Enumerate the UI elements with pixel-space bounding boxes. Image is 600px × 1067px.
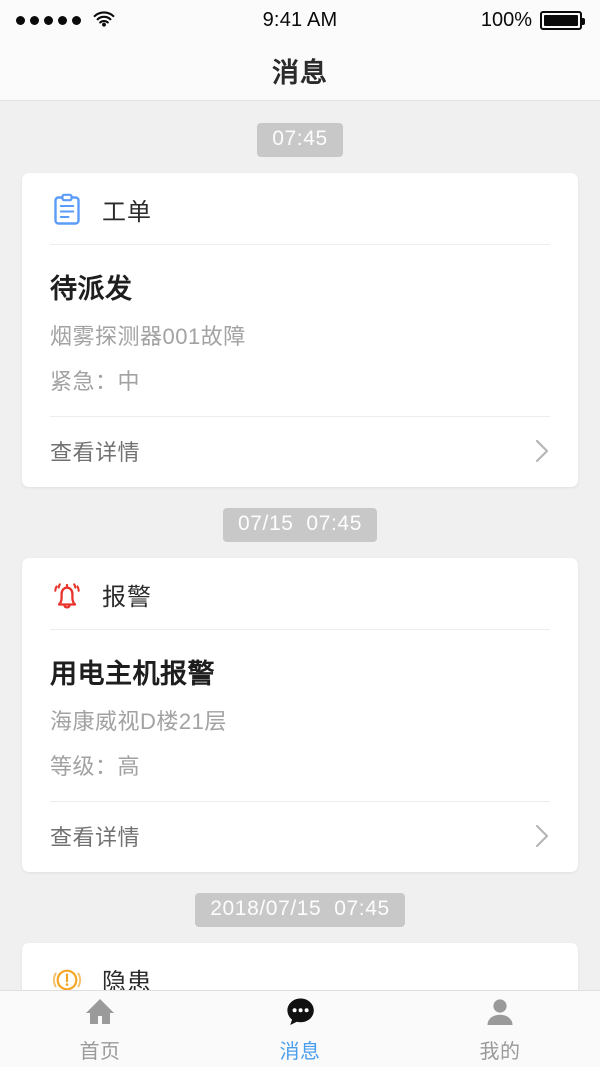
- clipboard-icon: [50, 193, 84, 227]
- bottom-tab-bar[interactable]: 首页 消息 我的: [0, 990, 600, 1067]
- card-detail-line-2: 紧急：中: [50, 364, 550, 396]
- timestamp-row: 07:45: [0, 102, 600, 173]
- battery-full-icon: [540, 11, 582, 30]
- timestamp-badge: 07:45: [257, 123, 343, 157]
- signal-strength-dots: [16, 16, 81, 25]
- tab-messages-label: 消息: [280, 1035, 321, 1064]
- wifi-icon: [92, 11, 116, 29]
- chat-bubble-icon: [282, 994, 318, 1030]
- person-icon: [482, 994, 518, 1030]
- chevron-right-icon: [534, 438, 550, 464]
- card-body: 用电主机报警 海康威视D楼21层 等级：高: [22, 630, 578, 801]
- timestamp-row: 2018/07/15 07:45: [0, 872, 600, 943]
- bell-ringing-icon: [50, 578, 84, 612]
- view-details-button[interactable]: 查看详情: [22, 417, 578, 487]
- card-body: 待派发 烟雾探测器001故障 紧急：中: [22, 245, 578, 416]
- card-detail-line-2: 等级：高: [50, 749, 550, 781]
- battery-percent-label: 100%: [481, 9, 532, 32]
- view-details-button[interactable]: 查看详情: [22, 802, 578, 872]
- message-card-hazard[interactable]: 隐患: [22, 943, 578, 990]
- home-icon: [82, 994, 118, 1030]
- card-category-label: 隐患: [102, 962, 152, 990]
- message-feed[interactable]: 07:45 工单 待派发 烟雾探测器001故障 紧急：中 查看详情: [0, 102, 600, 990]
- card-title: 用电主机报警: [50, 652, 550, 691]
- timestamp-badge: 07/15 07:45: [223, 508, 377, 542]
- status-bar-right: 100%: [481, 9, 582, 32]
- card-category-label: 报警: [102, 577, 152, 612]
- warning-circle-icon: [50, 963, 84, 991]
- timestamp-row: 07/15 07:45: [0, 487, 600, 558]
- tab-home-label: 首页: [80, 1035, 121, 1064]
- card-category-label: 工单: [102, 192, 152, 227]
- view-details-label: 查看详情: [50, 820, 140, 852]
- card-detail-line-1: 烟雾探测器001故障: [50, 319, 550, 351]
- tab-profile[interactable]: 我的: [400, 991, 600, 1067]
- view-details-label: 查看详情: [50, 435, 140, 467]
- tab-profile-label: 我的: [480, 1035, 521, 1064]
- card-detail-line-1: 海康威视D楼21层: [50, 704, 550, 736]
- chevron-right-icon: [534, 823, 550, 849]
- card-header: 工单: [22, 173, 578, 244]
- status-bar: 9:41 AM 100%: [0, 0, 600, 40]
- status-bar-left: [16, 11, 116, 29]
- message-card-alarm[interactable]: 报警 用电主机报警 海康威视D楼21层 等级：高 查看详情: [22, 558, 578, 872]
- card-header: 报警: [22, 558, 578, 629]
- page-title: 消息: [272, 51, 328, 90]
- tab-messages[interactable]: 消息: [200, 991, 400, 1067]
- card-title: 待派发: [50, 267, 550, 306]
- message-card-workorder[interactable]: 工单 待派发 烟雾探测器001故障 紧急：中 查看详情: [22, 173, 578, 487]
- timestamp-badge: 2018/07/15 07:45: [195, 893, 405, 927]
- card-header: 隐患: [22, 943, 578, 990]
- app-header: 消息: [0, 40, 600, 101]
- tab-home[interactable]: 首页: [0, 991, 200, 1067]
